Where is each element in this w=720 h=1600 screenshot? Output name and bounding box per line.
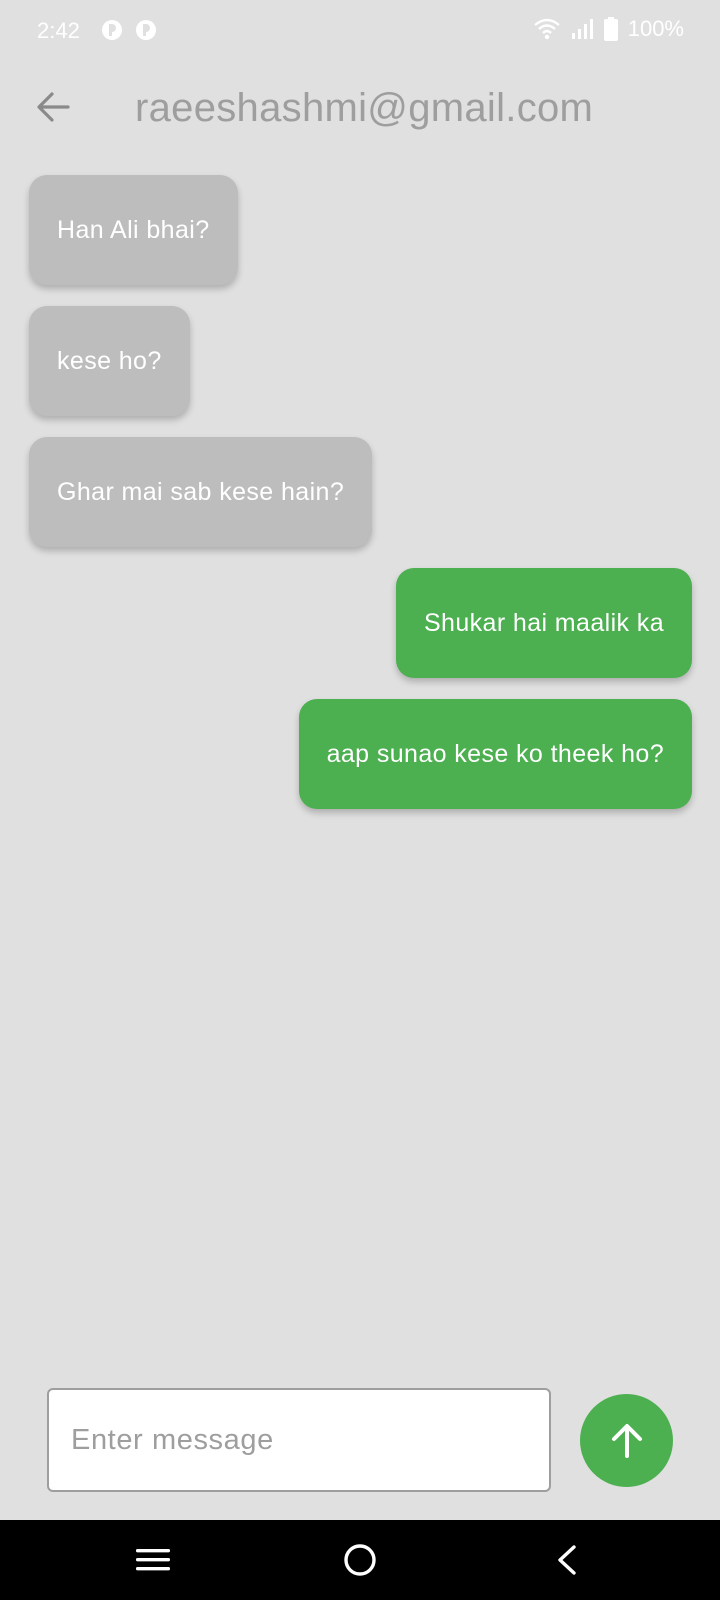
status-right: 100%	[533, 16, 684, 42]
status-bar: 2:42 100%	[0, 0, 720, 62]
message-text: Ghar mai sab kese hain?	[57, 477, 345, 506]
message-bubble-received[interactable]: Han Ali bhai?	[29, 175, 238, 285]
home-icon	[344, 1544, 376, 1576]
message-text: kese ho?	[57, 346, 162, 375]
wifi-icon	[533, 18, 560, 40]
app-bar: raeeshashmi@gmail.com	[0, 62, 720, 162]
back-button[interactable]	[28, 82, 78, 132]
chat-contact-title: raeeshashmi@gmail.com	[135, 86, 594, 130]
chat-screen: 2:42 100% raeeshashmi@gmail.com Han Ali …	[0, 0, 720, 1600]
nav-back-button[interactable]	[545, 1540, 589, 1580]
recent-apps-button[interactable]	[131, 1540, 175, 1580]
message-text: aap sunao kese ko theek ho?	[326, 739, 664, 768]
message-input[interactable]	[47, 1388, 551, 1492]
message-bubble-sent[interactable]: aap sunao kese ko theek ho?	[298, 699, 692, 809]
notification-icon	[136, 20, 156, 40]
message-text: Shukar hai maalik ka	[423, 608, 664, 637]
back-icon	[558, 1545, 576, 1575]
notification-icon	[102, 20, 122, 40]
battery-icon	[603, 17, 618, 41]
signal-icon	[571, 19, 593, 39]
message-bubble-received[interactable]: kese ho?	[29, 306, 190, 416]
home-button[interactable]	[338, 1540, 382, 1580]
system-nav-bar	[0, 1520, 720, 1600]
send-button[interactable]	[580, 1394, 673, 1487]
arrow-back-icon	[37, 92, 70, 122]
status-time: 2:42	[37, 18, 80, 43]
battery-percent: 100%	[627, 16, 684, 41]
message-bubble-sent[interactable]: Shukar hai maalik ka	[395, 568, 692, 678]
arrow-up-icon	[611, 1423, 642, 1458]
message-bubble-received[interactable]: Ghar mai sab kese hain?	[29, 437, 373, 547]
message-text: Han Ali bhai?	[57, 215, 210, 244]
menu-icon	[136, 1549, 170, 1571]
